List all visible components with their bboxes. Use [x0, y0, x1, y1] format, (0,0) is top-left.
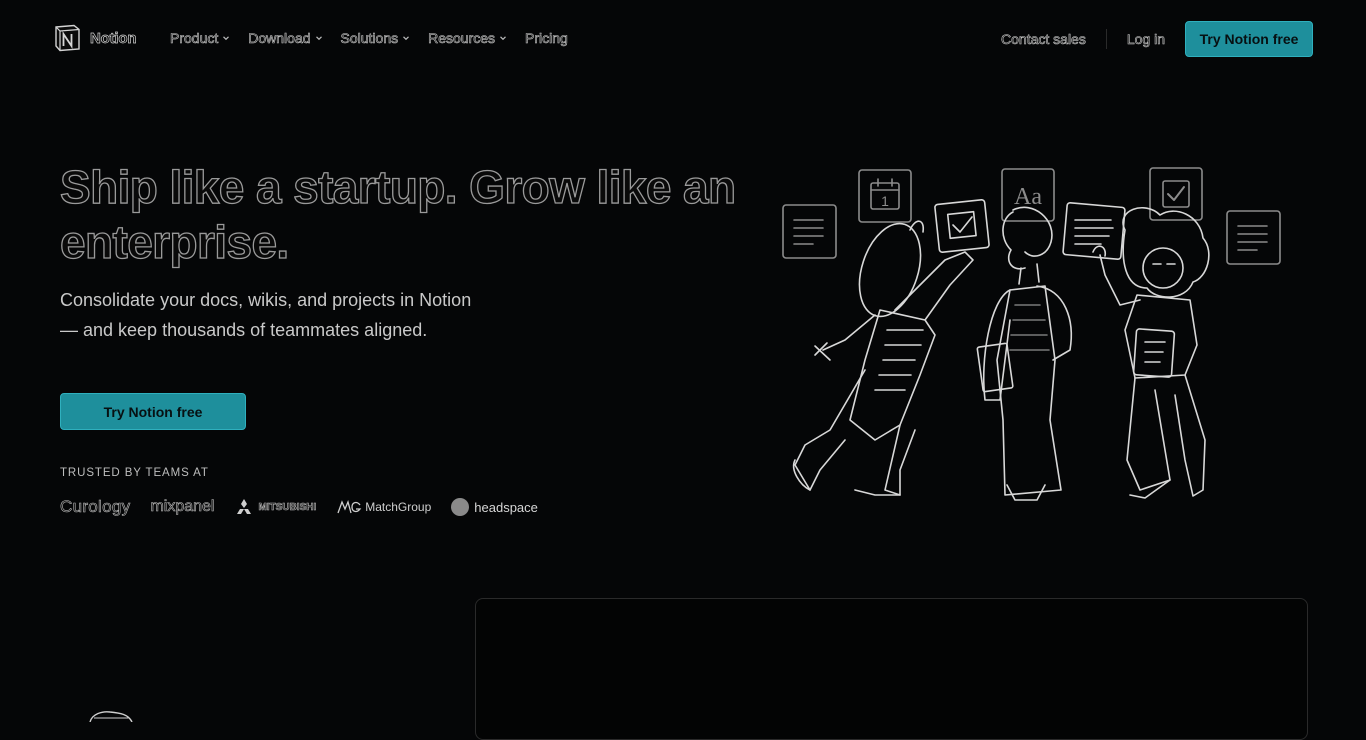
- person-right-figure: [1092, 206, 1210, 499]
- hero-illustration: 1 Aa: [782, 167, 1281, 501]
- nav-divider: [1105, 29, 1107, 49]
- menu-download[interactable]: Download: [248, 30, 322, 46]
- try-notion-free-hero-button[interactable]: Try Notion free: [60, 393, 246, 430]
- hero-subtitle: Consolidate your docs, wikis, and projec…: [60, 290, 472, 340]
- headspace-logo: headspace: [451, 498, 538, 516]
- menu-resources-label: Resources: [428, 30, 496, 47]
- logo-text: Notion: [90, 29, 137, 47]
- menu-pricing[interactable]: Pricing: [525, 30, 568, 47]
- chevron-down-icon: [223, 36, 230, 41]
- trusted-label: TRUSTED BY TEAMS AT: [60, 467, 209, 479]
- mitsubishi-logo: MITSUBISHI: [234, 498, 317, 516]
- calendar-icon: 1: [858, 169, 912, 223]
- held-checkbox-card: [934, 199, 990, 253]
- hero-title: Ship like a startup. Grow like an enterp…: [59, 160, 736, 268]
- contact-sales-link[interactable]: Contact sales: [1001, 31, 1086, 48]
- chevron-down-icon: [315, 36, 322, 41]
- notion-logo-icon: [55, 24, 80, 52]
- main-menu: Product Download Solutions Resources Pri…: [170, 30, 586, 47]
- menu-product[interactable]: Product: [170, 30, 230, 46]
- login-link[interactable]: Log in: [1127, 31, 1166, 48]
- document-icon: [1226, 210, 1281, 265]
- mitsubishi-logo-text: MITSUBISHI: [258, 501, 317, 513]
- person-middle-figure: [976, 206, 1072, 501]
- chevron-down-icon: [500, 36, 506, 41]
- menu-resources[interactable]: Resources: [428, 30, 507, 46]
- matchgroup-logo-text: MatchGroup: [365, 500, 432, 514]
- headspace-dot-icon: [451, 498, 470, 516]
- matchgroup-mark-icon: [337, 500, 362, 514]
- curology-logo: Curology: [60, 497, 131, 517]
- mitsubishi-diamonds-icon: [237, 499, 252, 514]
- menu-solutions[interactable]: Solutions: [340, 30, 411, 47]
- document-icon: [782, 204, 837, 259]
- headspace-logo-text: headspace: [474, 499, 538, 515]
- try-notion-free-nav-button[interactable]: Try Notion free: [1185, 21, 1313, 57]
- calendar-day: 1: [881, 193, 889, 209]
- menu-download-label: Download: [248, 30, 311, 47]
- notion-logo[interactable]: Notion: [52, 23, 137, 53]
- mixpanel-logo: mixpanel: [150, 498, 215, 516]
- chevron-down-icon: [403, 36, 410, 41]
- menu-solutions-label: Solutions: [340, 30, 399, 47]
- menu-product-label: Product: [170, 30, 219, 47]
- customer-logos: Curology mixpanel MITSUBISHI MatchGroup …: [60, 494, 558, 520]
- top-nav: Notion Product Download Solutions Resour…: [0, 0, 1366, 78]
- nav-actions: Contact sales Log in Try Notion free: [1001, 21, 1313, 57]
- menu-pricing-label: Pricing: [525, 30, 568, 47]
- text-style-glyph: Aa: [1014, 184, 1042, 210]
- matchgroup-logo: MatchGroup: [336, 499, 431, 515]
- product-preview-panel: [475, 598, 1308, 740]
